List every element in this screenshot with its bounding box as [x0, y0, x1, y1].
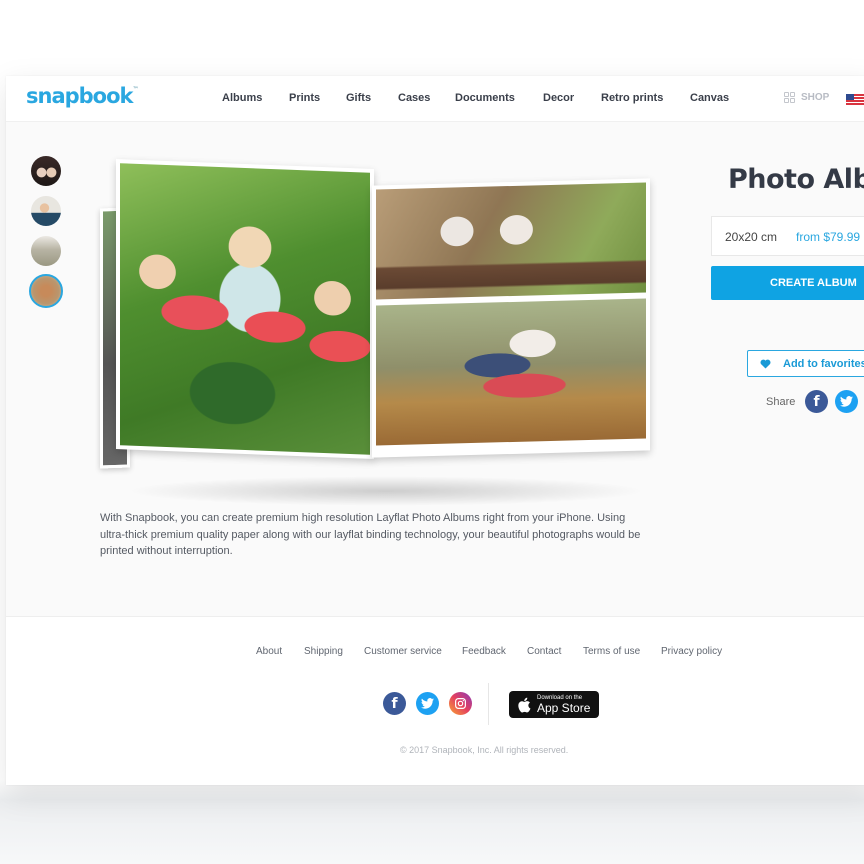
gallery-thumb-3[interactable] [31, 236, 61, 266]
nav-cases[interactable]: Cases [398, 92, 430, 104]
footer-facebook-icon[interactable]: f [383, 692, 406, 715]
footer-twitter-icon[interactable] [416, 692, 439, 715]
browser-page: snapbook™ Albums Prints Gifts Cases Docu… [6, 76, 864, 785]
twitter-bird-icon [840, 396, 853, 407]
nav-prints[interactable]: Prints [289, 92, 320, 104]
gallery-thumb-1[interactable] [31, 156, 61, 186]
photo-kids-on-bench [376, 182, 646, 300]
product-description: With Snapbook, you can create premium hi… [100, 512, 641, 557]
site-header: snapbook™ Albums Prints Gifts Cases Docu… [6, 76, 864, 122]
grid-icon [784, 92, 795, 103]
price-label: from $79.99 [796, 230, 861, 244]
share-twitter-icon[interactable] [835, 390, 858, 413]
twitter-bird-icon [421, 698, 434, 709]
footer-link-terms[interactable]: Terms of use [583, 646, 640, 657]
footer-link-feedback[interactable]: Feedback [462, 646, 506, 657]
size-option[interactable]: 20x20 cm from $79.99 [711, 216, 864, 256]
footer-divider [488, 683, 489, 725]
share-label: Share [766, 396, 796, 408]
footer-instagram-icon[interactable] [449, 692, 472, 715]
add-to-favorites-button[interactable]: Add to favorites [747, 350, 864, 377]
product-title: Photo Album [728, 164, 864, 195]
shop-label: SHOP [801, 92, 830, 103]
footer-link-shipping[interactable]: Shipping [304, 646, 343, 657]
footer-link-customer-service[interactable]: Customer service [364, 646, 442, 657]
photo-kids-watermelon [120, 163, 370, 455]
site-footer: About Shipping Customer service Feedback… [6, 616, 864, 785]
footer-link-about[interactable]: About [256, 646, 282, 657]
nav-gifts[interactable]: Gifts [346, 92, 371, 104]
nav-decor[interactable]: Decor [543, 92, 574, 104]
shop-link[interactable]: SHOP [784, 92, 829, 103]
gallery-thumb-2[interactable] [31, 196, 61, 226]
nav-albums[interactable]: Albums [222, 92, 262, 104]
footer-link-privacy[interactable]: Privacy policy [661, 646, 722, 657]
apple-icon [518, 697, 531, 712]
size-label: 20x20 cm [725, 230, 778, 244]
appstore-big-text: App Store [537, 700, 591, 715]
heart-icon [760, 359, 771, 369]
instagram-camera-icon [455, 698, 466, 709]
nav-retro-prints[interactable]: Retro prints [601, 92, 663, 104]
nav-canvas[interactable]: Canvas [690, 92, 729, 104]
app-store-badge[interactable]: Download on the App Store [509, 691, 599, 718]
main-nav: Albums Prints Gifts Cases Documents Deco… [6, 92, 864, 108]
album-shadow [126, 476, 646, 506]
create-album-button[interactable]: CREATE ALBUM [711, 266, 864, 300]
share-facebook-icon[interactable]: f [805, 390, 828, 413]
footer-link-contact[interactable]: Contact [527, 646, 561, 657]
nav-documents[interactable]: Documents [455, 92, 515, 104]
photo-mother-child-leaves [376, 298, 646, 446]
gallery-thumb-4-active[interactable] [29, 274, 63, 308]
album-left-page [116, 159, 374, 459]
album-right-page [372, 178, 650, 458]
copyright: © 2017 Snapbook, Inc. All rights reserve… [400, 745, 569, 755]
us-flag-icon[interactable] [846, 94, 864, 106]
album-preview-image [96, 158, 656, 506]
favorites-label: Add to favorites [783, 357, 864, 370]
